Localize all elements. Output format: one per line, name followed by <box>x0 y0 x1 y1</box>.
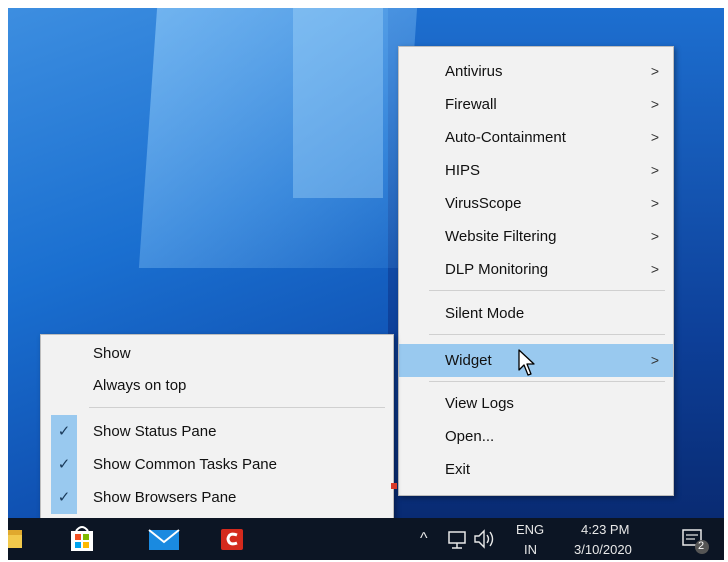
menu-item-firewall[interactable]: Firewall > <box>399 88 673 121</box>
menu-item-hips[interactable]: HIPS > <box>399 154 673 187</box>
menu-item-label: Open... <box>445 428 495 445</box>
menu-item-antivirus[interactable]: Antivirus > <box>399 55 673 88</box>
mail-icon[interactable] <box>142 518 186 560</box>
chevron-right-icon: > <box>650 228 659 244</box>
menu-item-label: HIPS <box>445 162 481 179</box>
taskbar: ^ ENG IN 4:23 PM 3/10/2020 2 <box>8 518 724 560</box>
menu-item-label: VirusScope <box>445 195 522 212</box>
menu-item-exit[interactable]: Exit <box>399 453 673 486</box>
menu-item-virusscope[interactable]: VirusScope > <box>399 187 673 220</box>
notification-count-badge: 2 <box>698 540 705 552</box>
submenu-item-label: Show <box>93 345 131 362</box>
chevron-right-icon: > <box>650 63 659 79</box>
chevron-right-icon: > <box>650 162 659 178</box>
input-language[interactable]: ENG <box>516 522 544 537</box>
menu-item-label: DLP Monitoring <box>445 261 549 278</box>
submenu-item-label: Show Status Pane <box>93 423 217 440</box>
action-center-icon[interactable]: 2 <box>680 518 712 560</box>
menu-item-label: Auto-Containment <box>445 129 566 146</box>
menu-item-silent-mode[interactable]: Silent Mode <box>399 297 673 330</box>
clock-time[interactable]: 4:23 PM <box>581 522 629 537</box>
show-hidden-icons-chevron[interactable]: ^ <box>420 530 428 548</box>
submenu-item-always-on-top[interactable]: Always on top <box>41 369 393 402</box>
checkmark-icon: ✓ <box>51 415 77 448</box>
menu-item-label: View Logs <box>445 395 514 412</box>
submenu-item-label: Always on top <box>93 377 187 394</box>
chevron-right-icon: > <box>650 96 659 112</box>
submenu-item-label: Show Browsers Pane <box>93 489 237 506</box>
file-explorer-icon[interactable] <box>8 518 26 560</box>
submenu-item-show-common-tasks-pane[interactable]: ✓ Show Common Tasks Pane <box>41 448 393 481</box>
menu-item-label: Website Filtering <box>445 228 557 245</box>
mouse-pointer-icon <box>518 349 535 376</box>
store-icon[interactable] <box>62 518 102 560</box>
menu-item-open[interactable]: Open... <box>399 420 673 453</box>
menu-separator <box>429 290 665 291</box>
menu-item-label: Widget <box>445 352 492 369</box>
menu-item-website-filtering[interactable]: Website Filtering > <box>399 220 673 253</box>
input-region[interactable]: IN <box>524 542 537 557</box>
menu-item-label: Silent Mode <box>445 305 525 322</box>
desktop: Antivirus > Firewall > Auto-Containment … <box>8 8 724 560</box>
menu-item-auto-containment[interactable]: Auto-Containment > <box>399 121 673 154</box>
chevron-right-icon: > <box>650 352 659 368</box>
network-icon[interactable] <box>446 518 470 560</box>
wallpaper-glow-2 <box>293 8 383 198</box>
clock-date[interactable]: 3/10/2020 <box>574 542 632 557</box>
menu-separator <box>429 334 665 335</box>
submenu-separator <box>89 407 385 408</box>
menu-item-label: Exit <box>445 461 471 478</box>
submenu-item-label: Show Common Tasks Pane <box>93 456 277 473</box>
volume-icon[interactable] <box>472 518 498 560</box>
menu-item-label: Firewall <box>445 96 497 113</box>
tray-context-menu: Antivirus > Firewall > Auto-Containment … <box>398 46 674 496</box>
menu-item-dlp-monitoring[interactable]: DLP Monitoring > <box>399 253 673 286</box>
checkmark-icon: ✓ <box>51 448 77 481</box>
menu-separator <box>429 381 665 382</box>
chevron-right-icon: > <box>650 195 659 211</box>
checkmark-icon: ✓ <box>51 481 77 514</box>
submenu-item-show[interactable]: Show <box>41 337 393 370</box>
submenu-item-show-browsers-pane[interactable]: ✓ Show Browsers Pane <box>41 481 393 514</box>
chevron-right-icon: > <box>650 261 659 277</box>
widget-submenu: Show Always on top ✓ Show Status Pane ✓ … <box>40 334 394 524</box>
comodo-widget-marker <box>391 483 397 489</box>
chevron-right-icon: > <box>650 129 659 145</box>
comodo-icon[interactable] <box>218 518 248 560</box>
submenu-item-show-status-pane[interactable]: ✓ Show Status Pane <box>41 415 393 448</box>
menu-item-view-logs[interactable]: View Logs <box>399 387 673 420</box>
menu-item-label: Antivirus <box>445 63 503 80</box>
